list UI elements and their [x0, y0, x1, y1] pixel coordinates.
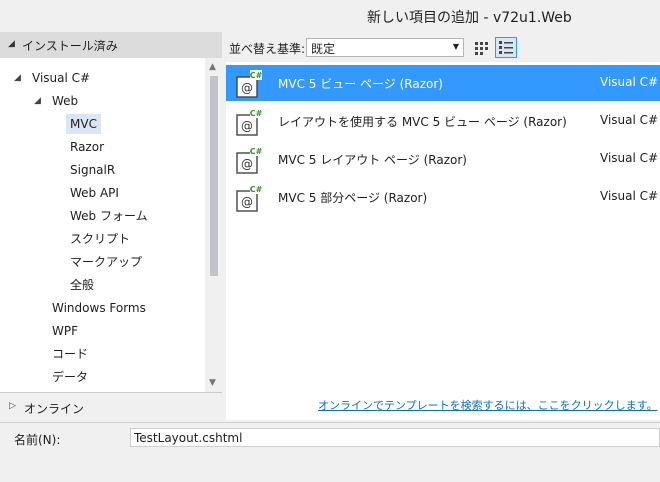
name-label: 名前(N):	[14, 433, 61, 447]
svg-text:@: @	[241, 81, 253, 95]
template-language: Visual C#	[600, 75, 659, 89]
template-language: Visual C#	[600, 151, 659, 165]
online-label: オンライン	[24, 402, 85, 416]
title-bar: 新しい項目の追加 - v72u1.Web	[0, 0, 660, 32]
scroll-thumb[interactable]	[210, 76, 218, 276]
template-toolbar: 並べ替え基準: 既定 ▼	[222, 32, 660, 62]
template-name: MVC 5 ビュー ページ (Razor)	[278, 77, 443, 91]
template-row-mvc5-partial[interactable]: @ C# MVC 5 部分ページ (Razor) Visual C#	[226, 179, 660, 215]
small-icons-view-button[interactable]	[470, 37, 492, 58]
tree-item-razor[interactable]: Razor	[70, 137, 104, 157]
tree-item-web-forms[interactable]: Web フォーム	[70, 206, 148, 226]
svg-text:@: @	[241, 195, 253, 209]
online-templates-link[interactable]: オンラインでテンプレートを検索するには、ここをクリックします。	[318, 397, 658, 413]
razor-csharp-icon: @ C#	[236, 108, 262, 136]
installed-label: インストール済み	[22, 39, 118, 53]
sort-value: 既定	[311, 42, 336, 56]
svg-text:C#: C#	[250, 147, 262, 156]
expand-down-icon[interactable]: ◢	[14, 68, 21, 88]
window-title: 新しい項目の追加 - v72u1.Web	[367, 10, 572, 26]
tree-item-windows-forms[interactable]: Windows Forms	[52, 298, 146, 318]
sort-label: 並べ替え基準:	[229, 42, 306, 56]
list-view-icon	[499, 41, 513, 54]
template-name: MVC 5 部分ページ (Razor)	[278, 191, 428, 205]
svg-text:@: @	[241, 119, 253, 133]
tree-scrollbar[interactable]: ▲ ▼	[205, 58, 222, 392]
tree-item-markup[interactable]: マークアップ	[70, 252, 142, 272]
tree-item-data[interactable]: データ	[52, 367, 88, 387]
online-header[interactable]: ▷ オンライン	[0, 392, 222, 422]
tree-item-visual-csharp[interactable]: Visual C#	[32, 68, 90, 88]
scroll-up-icon[interactable]: ▲	[209, 62, 216, 72]
tree-item-mvc[interactable]: MVC	[66, 114, 101, 134]
razor-csharp-icon: @ C#	[236, 70, 262, 98]
template-list: @ C# MVC 5 ビュー ページ (Razor) Visual C# @ C…	[226, 62, 660, 420]
category-tree: ◢ Visual C# ◢ Web MVC Razor SignalR Web …	[0, 58, 205, 392]
razor-csharp-icon: @ C#	[236, 184, 262, 212]
svg-text:C#: C#	[250, 71, 262, 80]
tree-item-script[interactable]: スクリプト	[70, 229, 130, 249]
tree-item-general[interactable]: 全般	[70, 275, 94, 295]
chevron-down-icon: ▼	[452, 42, 459, 51]
installed-header[interactable]: ◢ インストール済み	[0, 32, 222, 58]
expand-down-icon: ◢	[8, 39, 15, 49]
tree-item-web-api[interactable]: Web API	[70, 183, 119, 203]
svg-text:@: @	[241, 157, 253, 171]
name-input[interactable]	[130, 428, 660, 447]
template-name: MVC 5 レイアウト ページ (Razor)	[278, 153, 467, 167]
expand-right-icon: ▷	[9, 401, 16, 411]
tree-item-signalr[interactable]: SignalR	[70, 160, 115, 180]
razor-csharp-icon: @ C#	[236, 146, 262, 174]
tree-item-code[interactable]: コード	[52, 344, 88, 364]
svg-text:C#: C#	[250, 185, 262, 194]
category-pane: ◢ インストール済み ◢ Visual C# ◢ Web MVC Razor S…	[0, 32, 222, 422]
template-language: Visual C#	[600, 189, 659, 203]
svg-text:C#: C#	[250, 109, 262, 118]
template-row-mvc5-view-with-layout[interactable]: @ C# レイアウトを使用する MVC 5 ビュー ページ (Razor) Vi…	[226, 103, 660, 139]
template-language: Visual C#	[600, 113, 659, 127]
grid-view-icon	[475, 42, 488, 55]
tree-item-web[interactable]: Web	[52, 91, 78, 111]
template-row-mvc5-view[interactable]: @ C# MVC 5 ビュー ページ (Razor) Visual C#	[226, 65, 660, 101]
scroll-down-icon[interactable]: ▼	[209, 378, 216, 388]
name-bar: 名前(N):	[0, 422, 660, 482]
list-view-button[interactable]	[495, 37, 517, 58]
tree-item-wpf[interactable]: WPF	[52, 321, 78, 341]
expand-down-icon[interactable]: ◢	[34, 91, 41, 111]
template-row-mvc5-layout[interactable]: @ C# MVC 5 レイアウト ページ (Razor) Visual C#	[226, 141, 660, 177]
sort-dropdown[interactable]: 既定 ▼	[306, 38, 464, 57]
template-name: レイアウトを使用する MVC 5 ビュー ページ (Razor)	[278, 115, 567, 129]
